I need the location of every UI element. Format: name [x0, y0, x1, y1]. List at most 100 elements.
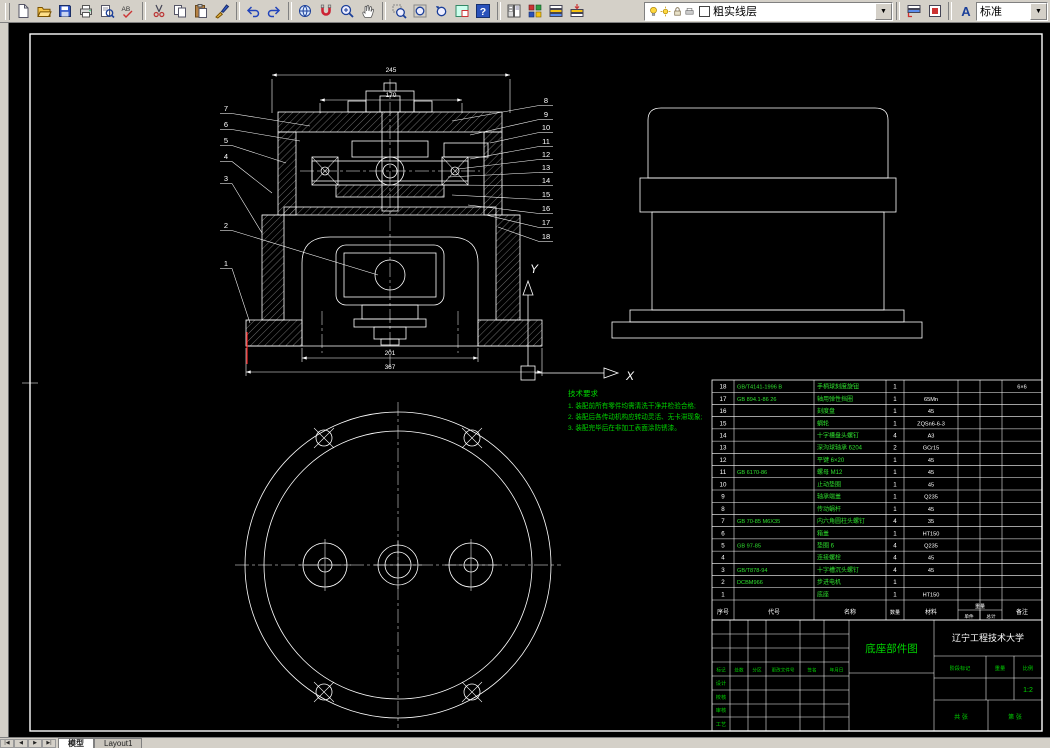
tab-model[interactable]: 模型	[58, 738, 94, 748]
text-style-button[interactable]: A	[956, 2, 976, 21]
lightbulb-icon[interactable]	[648, 6, 659, 17]
bom-row: 4 连接螺栓 4 45	[721, 554, 934, 562]
new-button[interactable]	[13, 2, 33, 21]
spell-button[interactable]: AB	[118, 2, 138, 21]
svg-text:18: 18	[542, 232, 550, 241]
svg-text:1: 1	[224, 259, 228, 268]
drawing-name: 底座部件图	[865, 642, 918, 655]
pan-button[interactable]	[358, 2, 378, 21]
svg-text:A: A	[961, 4, 971, 19]
svg-text:1: 1	[893, 494, 897, 501]
copy-button[interactable]	[170, 2, 190, 21]
tab-nav-prev-button[interactable]: ◀	[14, 739, 28, 748]
layer-combo[interactable]: 粗实线层 ▼	[643, 1, 893, 21]
svg-text:总计: 总计	[986, 613, 996, 620]
svg-text:4: 4	[893, 555, 897, 562]
svg-text:18: 18	[720, 384, 727, 391]
printer-icon[interactable]	[684, 6, 695, 17]
zoom-all-button[interactable]	[410, 2, 430, 21]
zoom-realtime-button[interactable]	[337, 2, 357, 21]
chevron-down-icon[interactable]: ▼	[875, 2, 892, 20]
svg-text:7: 7	[721, 518, 725, 525]
bom-row: 13 深沟球轴承 6204 2 GCr15	[720, 444, 940, 452]
drawing-canvas[interactable]: 245 170 201 367 7 6 5 4 3 2 1 8 9 10 11 12 13 14 15 16 1…	[0, 23, 1050, 738]
svg-text:重量: 重量	[995, 664, 1005, 672]
svg-text:4: 4	[893, 432, 897, 439]
bom-row: 11 GB 6170-86 螺母 M12 1 45	[720, 468, 934, 476]
zoom-window-icon	[392, 4, 408, 19]
svg-text:平键 6×20: 平键 6×20	[817, 456, 845, 464]
layers-button[interactable]	[546, 2, 566, 21]
toolbar-left-buttons: AB?	[13, 2, 588, 21]
dim-base-width: 367	[385, 364, 396, 371]
osnap-button[interactable]	[316, 2, 336, 21]
section-view	[245, 79, 543, 367]
bom-row: 12 平键 6×20 1 45	[720, 456, 935, 464]
properties-button[interactable]	[525, 2, 545, 21]
svg-text:4: 4	[721, 555, 725, 562]
svg-text:轴承端盖: 轴承端盖	[817, 493, 841, 501]
svg-text:1: 1	[893, 457, 897, 464]
make-layer-current-icon	[570, 4, 584, 17]
bom-row: 10 止动垫圈 1 45	[720, 480, 935, 488]
tab-nav-last-button[interactable]: ▶|	[42, 739, 56, 748]
designcenter-button[interactable]	[504, 2, 524, 21]
undo-icon	[247, 6, 260, 18]
svg-text:刻度盘: 刻度盘	[817, 407, 835, 415]
toolbar-grip[interactable]	[5, 2, 10, 20]
paste-button[interactable]	[191, 2, 211, 21]
svg-text:更改文件号: 更改文件号	[772, 667, 795, 674]
svg-text:45: 45	[928, 470, 934, 476]
print-preview-button[interactable]	[97, 2, 117, 21]
aerial-view-button[interactable]	[452, 2, 472, 21]
zoom-realtime-icon	[341, 4, 355, 18]
make-layer-current-button[interactable]	[567, 2, 587, 21]
organization-name: 辽宁工程技术大学	[952, 632, 1024, 643]
text-style-combo[interactable]: 标准 ▼	[976, 1, 1048, 21]
svg-text:轴用弹性挡圈: 轴用弹性挡圈	[817, 395, 853, 403]
svg-text:45: 45	[928, 568, 934, 574]
svg-text:签名: 签名	[807, 667, 816, 674]
chevron-down-icon[interactable]: ▼	[1030, 2, 1047, 20]
print-button[interactable]	[76, 2, 96, 21]
text-style-icon: A	[961, 4, 971, 19]
svg-text:12: 12	[720, 457, 727, 464]
undo-button[interactable]	[243, 2, 263, 21]
svg-text:共 张: 共 张	[954, 713, 968, 721]
svg-text:GB/T4141-1996 B: GB/T4141-1996 B	[737, 385, 782, 391]
svg-text:螺母 M12: 螺母 M12	[817, 468, 843, 476]
toolbar-separator	[235, 2, 240, 20]
svg-text:十字槽沉头螺钉: 十字槽沉头螺钉	[817, 566, 859, 574]
zoom-window-button[interactable]	[389, 2, 409, 21]
toolbar-separator	[141, 2, 146, 20]
match-properties-button[interactable]	[212, 2, 232, 21]
svg-text:45: 45	[928, 482, 934, 488]
toolbar-right-buttons: A	[893, 2, 976, 21]
svg-text:11: 11	[720, 469, 727, 476]
bom-row: 6 箱盖 1 HT150	[721, 529, 939, 537]
svg-text:箱盖: 箱盖	[817, 529, 829, 537]
help-icon: ?	[476, 4, 491, 18]
save-button[interactable]	[55, 2, 75, 21]
svg-text:3: 3	[721, 567, 725, 574]
tab-nav-next-button[interactable]: ▶	[28, 739, 42, 748]
help-button[interactable]: ?	[473, 2, 493, 21]
print-preview-icon	[101, 5, 116, 19]
zoom-previous-button[interactable]	[431, 2, 451, 21]
lock-icon[interactable]	[672, 6, 683, 17]
bom-row: 16 刻度盘 1 45	[720, 407, 935, 415]
hyperlink-button[interactable]	[295, 2, 315, 21]
svg-text:14: 14	[542, 176, 550, 185]
color-control-button[interactable]	[925, 2, 945, 21]
tab-layout1[interactable]: Layout1	[94, 738, 143, 748]
cut-button[interactable]	[149, 2, 169, 21]
redo-button[interactable]	[264, 2, 284, 21]
pan-icon	[362, 4, 375, 18]
svg-text:8: 8	[721, 506, 725, 513]
layer-previous-button[interactable]	[904, 2, 924, 21]
open-button[interactable]	[34, 2, 54, 21]
tab-nav-first-button[interactable]: |◀	[0, 739, 14, 748]
bottom-view	[235, 402, 561, 728]
sun-icon[interactable]	[660, 6, 671, 17]
aerial-view-icon	[455, 5, 469, 17]
